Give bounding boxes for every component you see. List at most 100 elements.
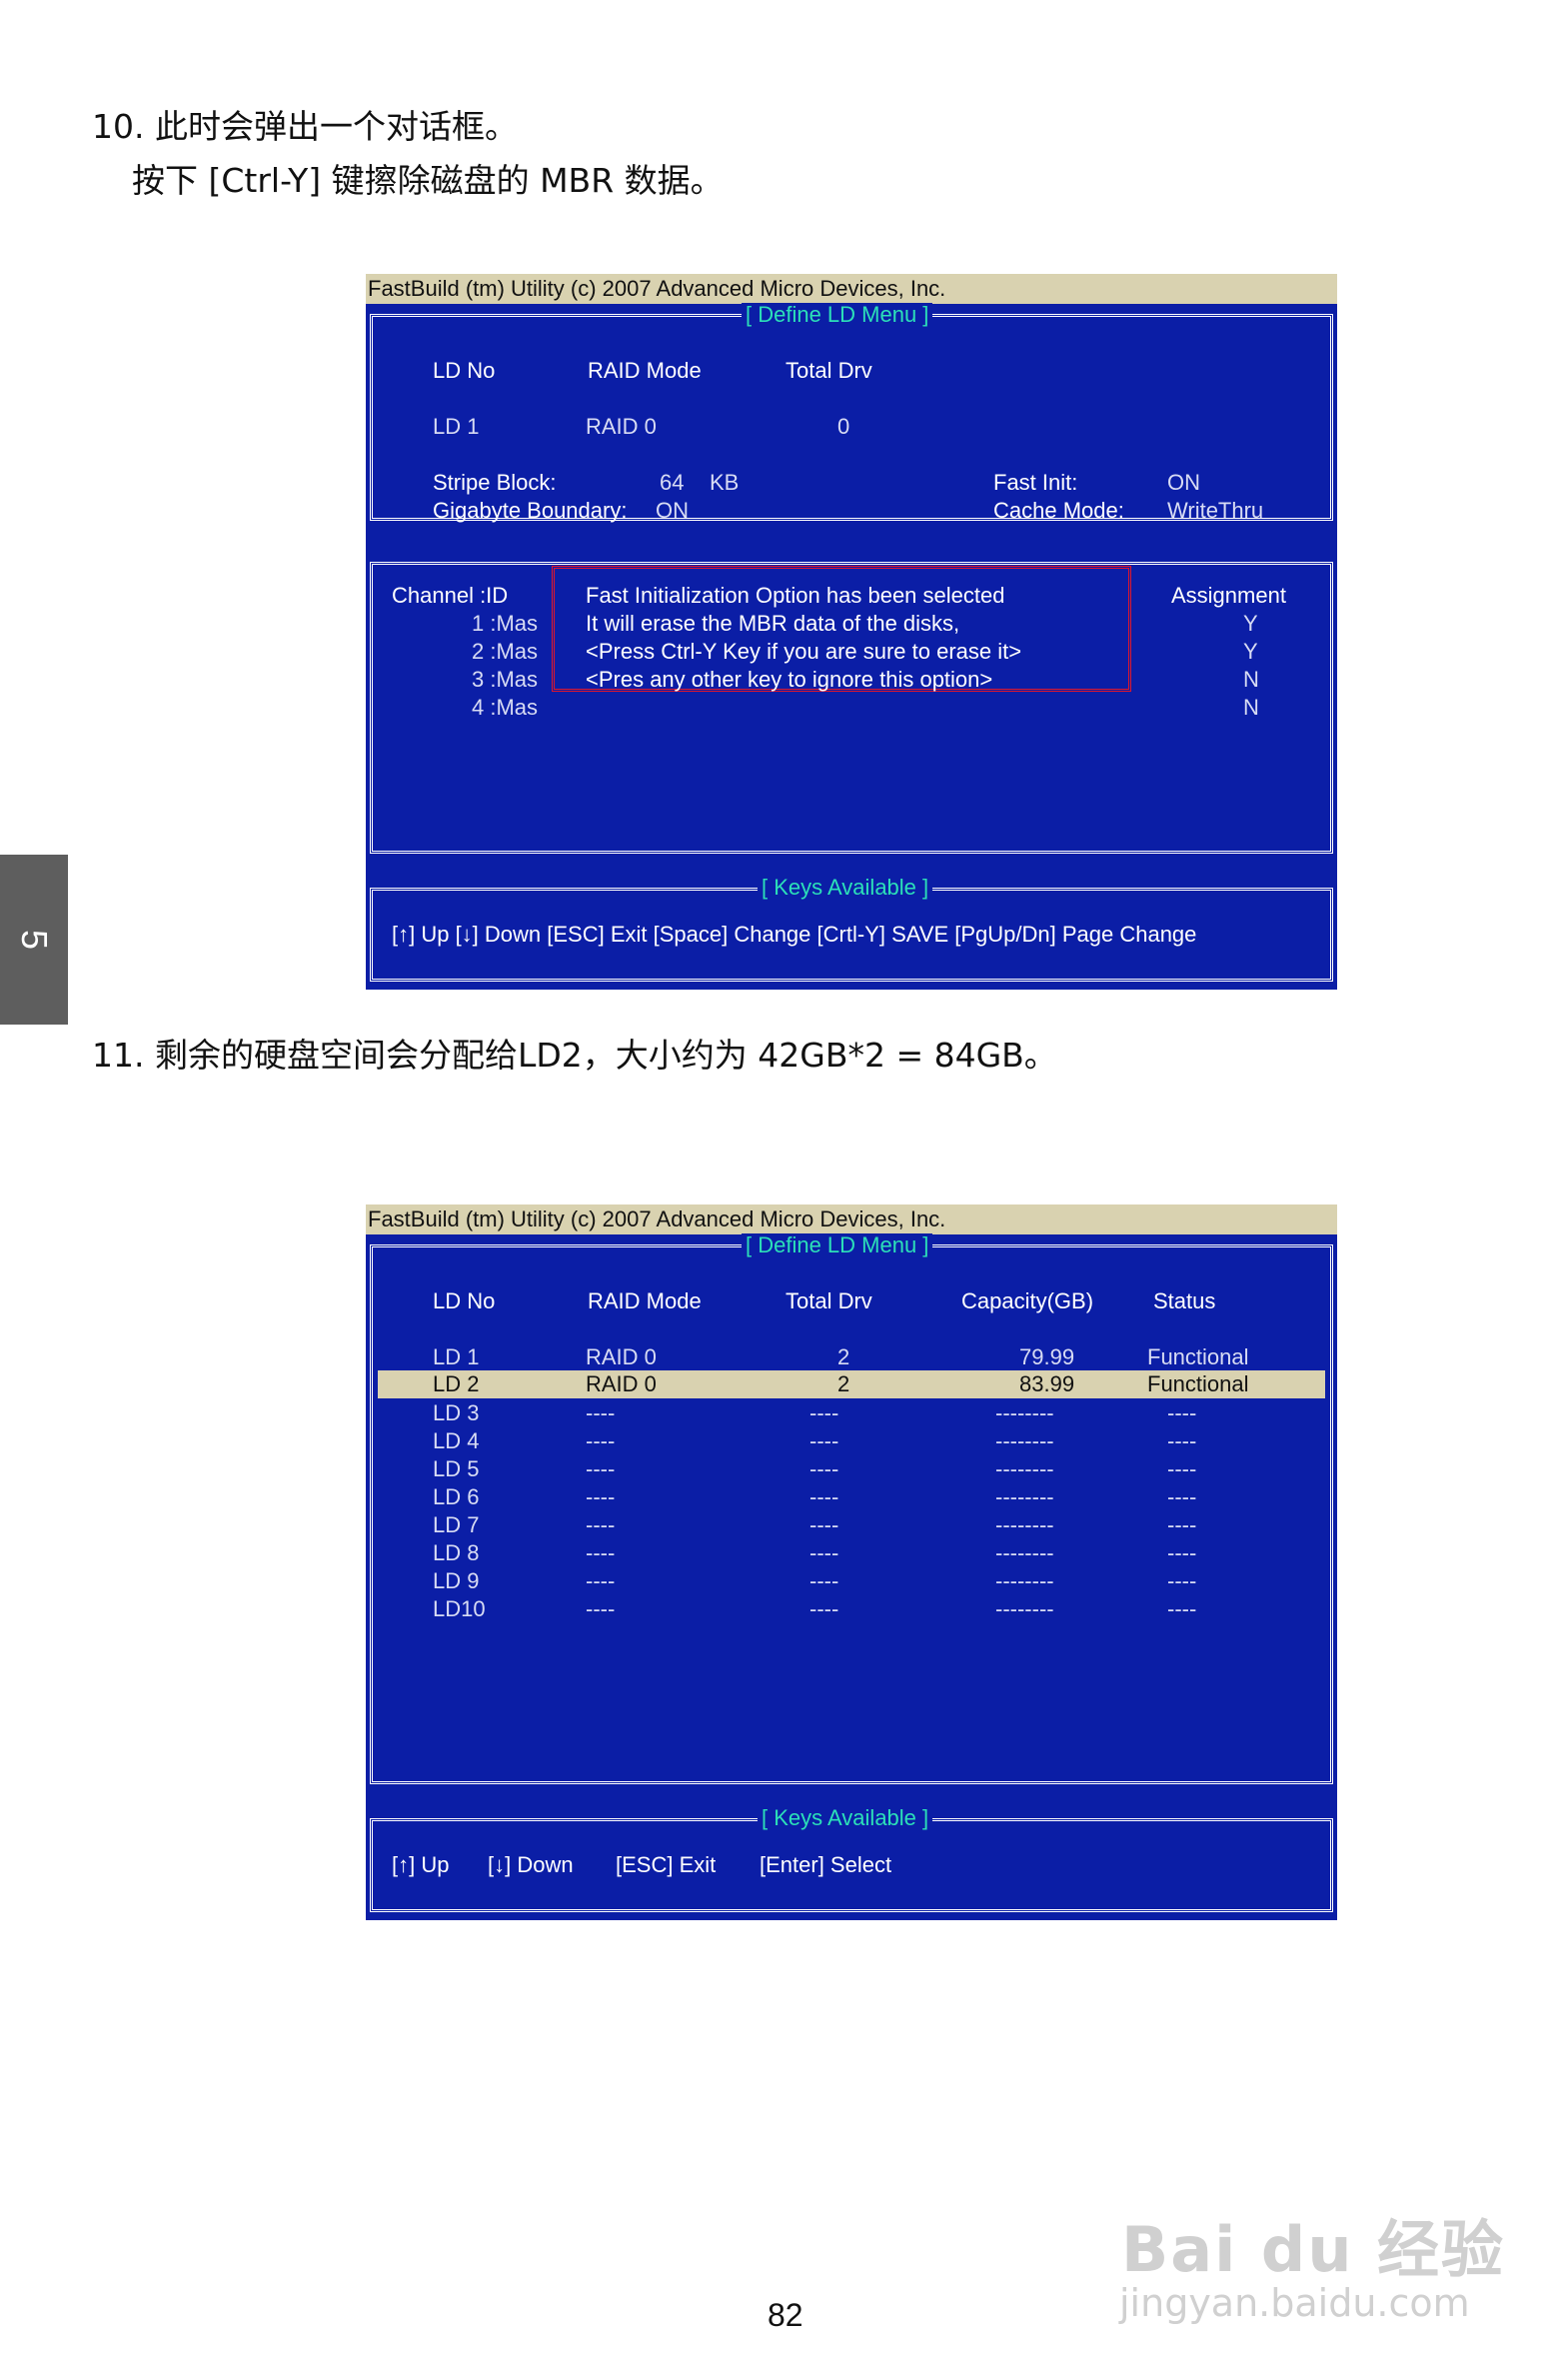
ld-row-5-status[interactable]: ---- [1167,1456,1196,1482]
ld1-raid-mode[interactable]: RAID 0 [586,414,657,440]
header-ld-no: LD No [433,1288,496,1313]
key-esc-exit: [ESC] Exit [616,1852,717,1877]
step11-number: 11. [92,1036,145,1075]
watermark-url: jingyan.baidu.com [1119,2281,1470,2325]
ld-row-6-drv[interactable]: ---- [809,1484,838,1510]
ld-row-4-id[interactable]: LD 4 [433,1428,479,1454]
ld-row-2-status[interactable]: Functional [1147,1371,1249,1397]
ld-row-7-raid[interactable]: ---- [586,1512,615,1538]
step10-line1: 10. 此时会弹出一个对话框。 [92,106,518,148]
ld-row-6-capacity[interactable]: -------- [995,1484,1054,1510]
ld-row-9-id[interactable]: LD 9 [433,1568,479,1594]
stripe-block-label: Stripe Block: [433,470,557,495]
key-up: [↑] Up [392,1852,450,1877]
bios-title-bar: FastBuild (tm) Utility (c) 2007 Advanced… [366,274,1337,304]
cache-mode-label: Cache Mode: [993,498,1124,523]
ld-row-4-drv[interactable]: ---- [809,1428,838,1454]
ld-row-7-capacity[interactable]: -------- [995,1512,1054,1538]
ld-row-5-id[interactable]: LD 5 [433,1456,479,1482]
ld-row-9-capacity[interactable]: -------- [995,1568,1054,1594]
ld-row-5-capacity[interactable]: -------- [995,1456,1054,1482]
cache-mode-value[interactable]: WriteThru [1167,498,1263,524]
ld-row-4-raid[interactable]: ---- [586,1428,615,1454]
step10-number: 10. [92,107,145,146]
ld-row-10-raid[interactable]: ---- [586,1596,615,1622]
channel-3: 3 :Mas [472,667,539,692]
ld-row-6-status[interactable]: ---- [1167,1484,1196,1510]
header-total-drv: Total Drv [785,358,872,383]
ld-row-3-drv[interactable]: ---- [809,1400,838,1426]
key-enter-select: [Enter] Select [760,1852,892,1877]
keys-available-title: [ Keys Available ] [758,1806,933,1830]
ld-row-7-drv[interactable]: ---- [809,1512,838,1538]
assignment-header: Assignment [1171,583,1286,608]
ld-row-9-raid[interactable]: ---- [586,1568,615,1594]
channel-2: 2 :Mas [472,639,539,664]
ld-row-10-drv[interactable]: ---- [809,1596,838,1622]
ld-row-2-selected[interactable]: LD 2 RAID 0 2 83.99 Functional [378,1370,1325,1398]
ld-row-10-status[interactable]: ---- [1167,1596,1196,1622]
ld-row-7-status[interactable]: ---- [1167,1512,1196,1538]
channel-id-header: Channel :ID [392,583,509,608]
define-ld-menu-title: [ Define LD Menu ] [742,303,933,327]
ld-row-3-status[interactable]: ---- [1167,1400,1196,1426]
bios-screen-fast-init: FastBuild (tm) Utility (c) 2007 Advanced… [366,274,1337,990]
assignment-2[interactable]: Y [1243,639,1258,665]
page-number: 82 [768,2297,803,2333]
ld-row-3-capacity[interactable]: -------- [995,1400,1054,1426]
assignment-1[interactable]: Y [1243,611,1258,637]
ld-row-2-id[interactable]: LD 2 [433,1371,479,1397]
ld-row-2-raid[interactable]: RAID 0 [586,1371,657,1397]
ld-row-1-raid[interactable]: RAID 0 [586,1344,657,1370]
gigabyte-boundary-value[interactable]: ON [656,498,689,524]
bios-title-bar: FastBuild (tm) Utility (c) 2007 Advanced… [366,1204,1337,1234]
ld-row-2-drv[interactable]: 2 [837,1371,849,1397]
ld-row-8-capacity[interactable]: -------- [995,1540,1054,1566]
ld-row-1-id[interactable]: LD 1 [433,1344,479,1370]
fast-init-label: Fast Init: [993,470,1078,495]
step10-line2: 按下 [Ctrl-Y] 键擦除磁盘的 MBR 数据。 [132,161,724,200]
ld-row-3-raid[interactable]: ---- [586,1400,615,1426]
ld-row-7-id[interactable]: LD 7 [433,1512,479,1538]
header-total-drv: Total Drv [785,1288,872,1313]
ld-row-4-status[interactable]: ---- [1167,1428,1196,1454]
dialog-line-1: Fast Initialization Option has been sele… [586,583,1005,608]
channel-4: 4 :Mas [472,695,539,720]
ld-row-8-raid[interactable]: ---- [586,1540,615,1566]
fast-init-value[interactable]: ON [1167,470,1200,496]
header-raid-mode: RAID Mode [588,1288,702,1313]
ld-row-9-drv[interactable]: ---- [809,1568,838,1594]
ld-row-5-drv[interactable]: ---- [809,1456,838,1482]
ld1-label[interactable]: LD 1 [433,414,479,440]
stripe-block-value[interactable]: 64 [660,470,684,496]
ld-row-4-capacity[interactable]: -------- [995,1428,1054,1454]
ld-row-6-raid[interactable]: ---- [586,1484,615,1510]
ld-row-1-drv[interactable]: 2 [837,1344,849,1370]
ld-row-6-id[interactable]: LD 6 [433,1484,479,1510]
dialog-line-3: <Press Ctrl-Y Key if you are sure to era… [586,639,1022,664]
key-down: [↓] Down [488,1852,574,1877]
baidu-jingyan-watermark: Bai du 经验 [1121,2213,1506,2286]
header-raid-mode: RAID Mode [588,358,702,383]
dialog-line-4: <Pres any other key to ignore this optio… [586,667,993,692]
step11-line1: 11. 剩余的硬盘空间会分配给LD2，大小约为 42GB*2 = 84GB。 [92,1035,1057,1077]
ld-row-1-capacity[interactable]: 79.99 [1019,1344,1074,1370]
define-ld-menu-title: [ Define LD Menu ] [742,1233,933,1257]
ld-row-8-id[interactable]: LD 8 [433,1540,479,1566]
ld-row-10-capacity[interactable]: -------- [995,1596,1054,1622]
header-status: Status [1153,1288,1216,1313]
ld-row-8-status[interactable]: ---- [1167,1540,1196,1566]
ld-row-8-drv[interactable]: ---- [809,1540,838,1566]
ld-row-1-status[interactable]: Functional [1147,1344,1249,1370]
bios-screen-ld-list: FastBuild (tm) Utility (c) 2007 Advanced… [366,1204,1337,1920]
assignment-3[interactable]: N [1243,667,1259,693]
assignment-4[interactable]: N [1243,695,1259,721]
ld-row-2-capacity[interactable]: 83.99 [1019,1371,1074,1397]
keys-available-title: [ Keys Available ] [758,876,933,900]
gigabyte-boundary-label: Gigabyte Boundary: [433,498,628,523]
ld-row-3-id[interactable]: LD 3 [433,1400,479,1426]
ld1-total-drv[interactable]: 0 [837,414,849,440]
ld-row-5-raid[interactable]: ---- [586,1456,615,1482]
ld-row-9-status[interactable]: ---- [1167,1568,1196,1594]
ld-row-10-id[interactable]: LD10 [433,1596,486,1622]
